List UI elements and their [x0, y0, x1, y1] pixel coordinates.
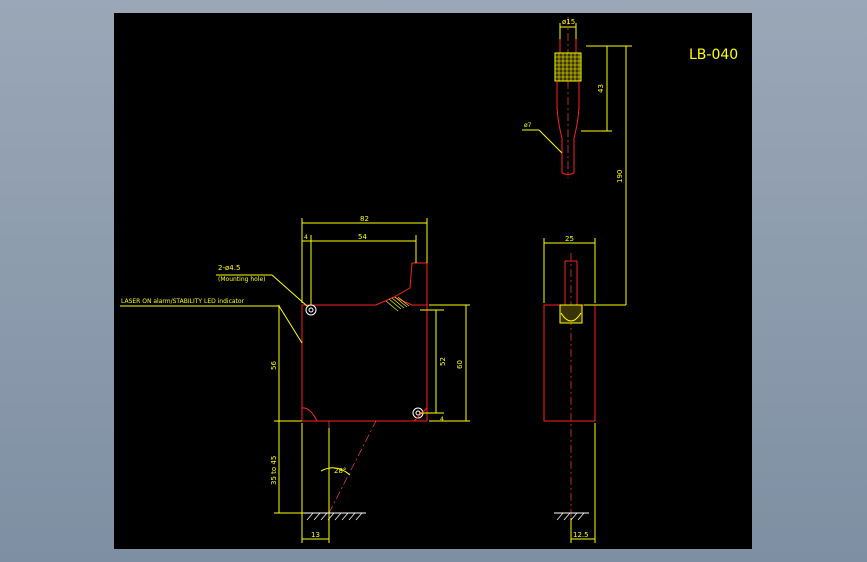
- hole-note: (Mounting hole): [218, 276, 266, 283]
- front-view: 28° 82 4 54 2-ø4.5 (Mounting hole) LASER…: [120, 215, 470, 543]
- dim-4-bottom: 4: [440, 416, 444, 423]
- dim-12-5: 12.5: [573, 531, 589, 539]
- dim-56: 56: [270, 361, 278, 370]
- dim-52: 52: [439, 357, 447, 366]
- cad-drawing: LB-040 ø15 43 190 ø7 28° 82 4 54 2-ø4.5 …: [120, 17, 738, 543]
- sensor-body: [301, 296, 428, 422]
- dim-190: 190: [616, 170, 624, 183]
- side-view: 25 12.5: [543, 235, 626, 543]
- drawing-title: LB-040: [689, 47, 738, 63]
- dim-cable-dia: ø7: [524, 122, 532, 129]
- dim-43: 43: [597, 84, 605, 93]
- dim-angle: 28°: [334, 467, 346, 475]
- hole-label: 2-ø4.5: [218, 264, 240, 272]
- dim-82: 82: [360, 215, 369, 223]
- dim-4-top: 4: [304, 234, 308, 241]
- dim-dia-15: ø15: [562, 18, 575, 26]
- dim-35-45: 35 to 45: [270, 456, 278, 485]
- drawing-viewport: LB-040 ø15 43 190 ø7 28° 82 4 54 2-ø4.5 …: [114, 13, 752, 549]
- dim-25: 25: [565, 235, 574, 243]
- dim-13: 13: [311, 531, 320, 539]
- dim-60: 60: [456, 360, 464, 369]
- dim-54: 54: [358, 233, 367, 241]
- mounting-hole-top: [305, 304, 317, 316]
- indicator-label: LASER ON alarm/STABILITY LED indicator: [121, 298, 245, 305]
